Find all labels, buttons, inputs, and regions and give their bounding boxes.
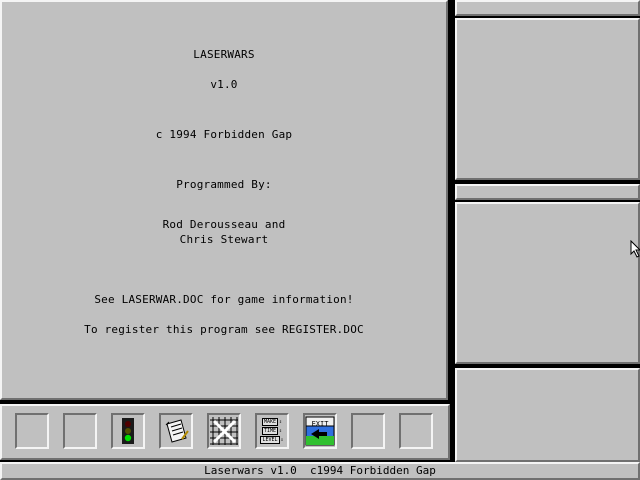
traffic-light-button[interactable] [111,413,145,449]
notepad-button[interactable] [159,413,193,449]
exit-label: EXIT [311,420,329,428]
right-top-strip [455,0,640,16]
level-option: LEVEL ⇕ [260,436,284,444]
traffic-light-icon [122,418,134,444]
exit-button[interactable]: EXIT [303,413,337,449]
right-middle-strip [455,184,640,200]
register-info-text: To register this program see REGISTER.DO… [84,323,364,336]
game-title: LASERWARS [193,48,255,61]
right-panel-1 [455,18,640,180]
author-line-2: Chris Stewart [179,233,269,246]
grid-button[interactable] [207,413,241,449]
empty-slot-4[interactable] [399,413,433,449]
right-panel-2 [455,202,640,364]
spin-arrows-icon: ⇕ [280,437,284,443]
make-option: MAKE ⇕ [261,418,283,426]
grid-icon [210,417,238,445]
main-panel: LASERWARS v1.0 c 1994 Forbidden Gap Prog… [0,0,448,400]
empty-slot-3[interactable] [351,413,385,449]
level-label: LEVEL [260,436,280,444]
empty-slot-1[interactable] [15,413,49,449]
copyright-text: c 1994 Forbidden Gap [155,128,293,141]
time-label: TIME [261,427,279,435]
empty-slot-2[interactable] [63,413,97,449]
mouse-cursor-icon [630,240,640,258]
spin-arrows-icon: ⇕ [279,428,283,434]
right-panel-3 [455,368,640,462]
notepad-icon [165,419,189,443]
options-button[interactable]: MAKE ⇕ TIME ⇕ LEVEL ⇕ [255,413,289,449]
author-line-1: Rod Derousseau and [162,218,286,231]
doc-info-text: See LASERWAR.DOC for game information! [94,293,354,306]
programmed-by-label: Programmed By: [176,178,272,191]
version-text: v1.0 [210,78,238,91]
make-label: MAKE [261,418,279,426]
time-option: TIME ⇕ [261,427,283,435]
status-bar-text: Laserwars v1.0 c1994 Forbidden Gap [204,464,436,477]
spin-arrows-icon: ⇕ [279,419,283,425]
